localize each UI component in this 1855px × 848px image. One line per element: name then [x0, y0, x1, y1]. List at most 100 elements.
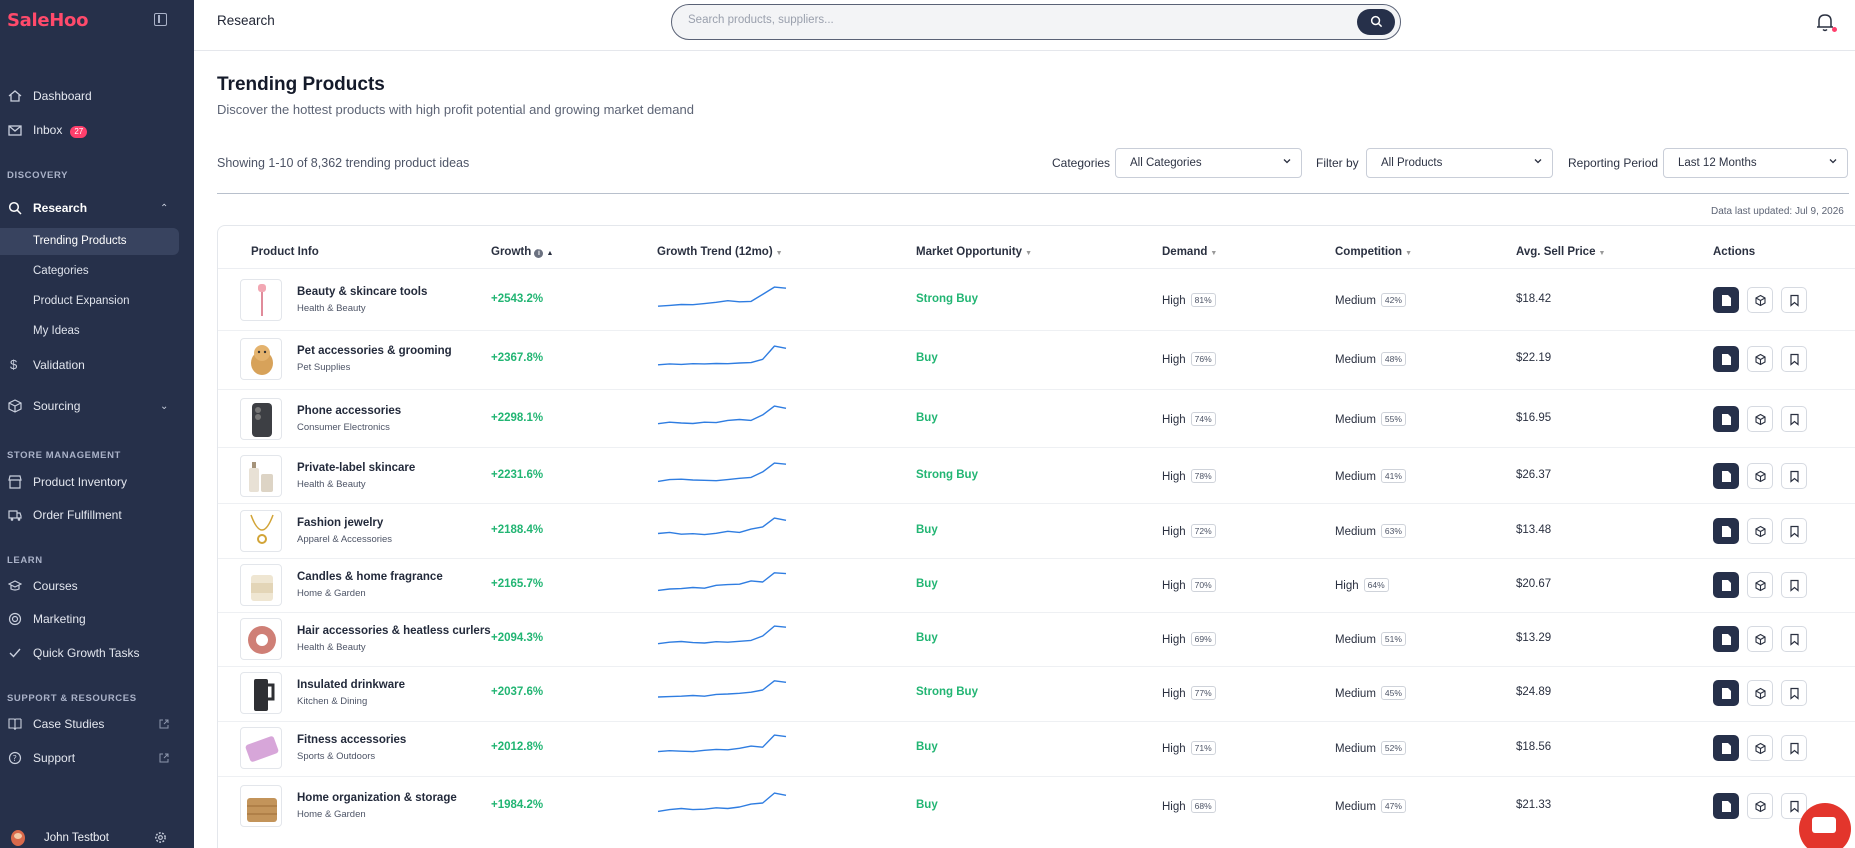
find-suppliers-button[interactable]	[1747, 463, 1773, 489]
product-name[interactable]: Insulated drinkware	[297, 679, 405, 691]
row-divider	[218, 612, 1855, 613]
product-thumbnail[interactable]	[240, 455, 282, 497]
sidebar-item-categories[interactable]: Categories	[33, 265, 89, 277]
view-report-button[interactable]	[1713, 793, 1739, 819]
find-suppliers-button[interactable]	[1747, 626, 1773, 652]
view-report-button[interactable]	[1713, 518, 1739, 544]
product-thumbnail[interactable]	[240, 785, 282, 827]
column-header-growth-trend[interactable]: Growth Trend (12mo) ▼	[657, 246, 783, 258]
find-suppliers-button[interactable]	[1747, 518, 1773, 544]
search-bar	[671, 4, 1401, 40]
demand-cell: High 77%	[1162, 686, 1216, 700]
filter-by-select[interactable]: All Products	[1366, 148, 1553, 178]
product-thumbnail[interactable]	[240, 564, 282, 606]
product-name[interactable]: Beauty & skincare tools	[297, 286, 427, 298]
save-idea-button[interactable]	[1781, 572, 1807, 598]
demand-level: High	[1162, 295, 1186, 307]
sidebar-item-product-inventory[interactable]: Product Inventory	[0, 469, 194, 495]
save-idea-button[interactable]	[1781, 626, 1807, 652]
categories-select[interactable]: All Categories	[1115, 148, 1302, 178]
filter-by-label: Filter by	[1316, 156, 1359, 170]
save-idea-button[interactable]	[1781, 735, 1807, 761]
product-thumbnail[interactable]	[240, 618, 282, 660]
sidebar-item-research[interactable]: Research ⌃	[0, 195, 194, 221]
product-name[interactable]: Home organization & storage	[297, 792, 457, 804]
column-header-label: Avg. Sell Price	[1516, 246, 1596, 258]
product-name[interactable]: Fashion jewelry	[297, 517, 383, 529]
save-idea-button[interactable]	[1781, 287, 1807, 313]
product-name[interactable]: Pet accessories & grooming	[297, 345, 452, 357]
search-button[interactable]	[1357, 9, 1395, 35]
product-name[interactable]: Fitness accessories	[297, 734, 406, 746]
product-thumbnail[interactable]	[240, 398, 282, 440]
sidebar-item-quick-growth-tasks[interactable]: Quick Growth Tasks	[0, 640, 194, 666]
product-name[interactable]: Candles & home fragrance	[297, 571, 443, 583]
view-report-button[interactable]	[1713, 735, 1739, 761]
sidebar-item-case-studies[interactable]: Case Studies	[0, 711, 194, 737]
demand-level: High	[1162, 471, 1186, 483]
categories-select-value: All Categories	[1130, 157, 1202, 169]
product-thumbnail[interactable]	[240, 510, 282, 552]
sidebar-item-product-expansion[interactable]: Product Expansion	[33, 295, 130, 307]
view-report-button[interactable]	[1713, 680, 1739, 706]
user-profile[interactable]: John Testbot	[0, 828, 194, 848]
find-suppliers-button[interactable]	[1747, 680, 1773, 706]
save-idea-button[interactable]	[1781, 463, 1807, 489]
salehoo-logo[interactable]: SaleHoo	[7, 10, 88, 31]
product-name[interactable]: Private-label skincare	[297, 462, 415, 474]
product-thumbnail[interactable]	[240, 338, 282, 380]
view-report-button[interactable]	[1713, 463, 1739, 489]
sidebar-item-dashboard[interactable]: Dashboard	[0, 83, 194, 109]
sidebar-item-sourcing[interactable]: Sourcing ⌄	[0, 393, 194, 419]
product-category: Health & Beauty	[297, 642, 366, 653]
product-thumbnail[interactable]	[240, 672, 282, 714]
collapse-sidebar-icon[interactable]	[154, 13, 167, 26]
section-store-management: STORE MANAGEMENT	[7, 450, 121, 461]
sidebar-item-validation[interactable]: $ Validation	[0, 352, 194, 378]
view-report-button[interactable]	[1713, 287, 1739, 313]
document-icon	[1722, 414, 1731, 425]
column-header-market-opportunity[interactable]: Market Opportunity ▼	[916, 246, 1032, 258]
save-idea-button[interactable]	[1781, 518, 1807, 544]
sidebar-item-trending-products[interactable]: Trending Products	[33, 235, 127, 247]
find-suppliers-button[interactable]	[1747, 572, 1773, 598]
reporting-period-select[interactable]: Last 12 Months	[1663, 148, 1848, 178]
sidebar-item-support[interactable]: ? Support	[0, 745, 194, 771]
save-idea-button[interactable]	[1781, 346, 1807, 372]
sidebar-item-marketing[interactable]: Marketing	[0, 606, 194, 632]
necklace-icon	[250, 514, 274, 544]
sidebar-item-inbox[interactable]: Inbox 27	[0, 117, 194, 143]
row-divider	[218, 503, 1855, 504]
find-suppliers-button[interactable]	[1747, 735, 1773, 761]
gear-icon[interactable]	[154, 831, 167, 844]
sidebar-item-courses[interactable]: Courses	[0, 573, 194, 599]
sidebar-item-order-fulfillment[interactable]: Order Fulfillment	[0, 502, 194, 528]
find-suppliers-button[interactable]	[1747, 346, 1773, 372]
column-header-competition[interactable]: Competition ▼	[1335, 246, 1412, 258]
column-header-growth[interactable]: Growth i ▲	[491, 246, 553, 258]
find-suppliers-button[interactable]	[1747, 287, 1773, 313]
search-input[interactable]	[688, 14, 1328, 26]
find-suppliers-button[interactable]	[1747, 793, 1773, 819]
product-category: Kitchen & Dining	[297, 696, 368, 707]
save-idea-button[interactable]	[1781, 680, 1807, 706]
view-report-button[interactable]	[1713, 406, 1739, 432]
chat-widget-button[interactable]	[1799, 803, 1851, 848]
row-divider	[218, 389, 1855, 390]
product-name[interactable]: Phone accessories	[297, 405, 401, 417]
product-thumbnail[interactable]	[240, 279, 282, 321]
view-report-button[interactable]	[1713, 572, 1739, 598]
view-report-button[interactable]	[1713, 626, 1739, 652]
market-opportunity: Strong Buy	[916, 686, 978, 698]
column-header-label: Growth Trend (12mo)	[657, 246, 773, 258]
market-opportunity: Buy	[916, 524, 938, 536]
sidebar-item-my-ideas[interactable]: My Ideas	[33, 325, 80, 337]
find-suppliers-button[interactable]	[1747, 406, 1773, 432]
product-thumbnail[interactable]	[240, 727, 282, 769]
column-header-demand[interactable]: Demand ▼	[1162, 246, 1217, 258]
sparkline-path	[657, 345, 787, 366]
save-idea-button[interactable]	[1781, 406, 1807, 432]
view-report-button[interactable]	[1713, 346, 1739, 372]
product-name[interactable]: Hair accessories & heatless curlers	[297, 625, 491, 637]
column-header-avg-sell-price[interactable]: Avg. Sell Price ▼	[1516, 246, 1605, 258]
